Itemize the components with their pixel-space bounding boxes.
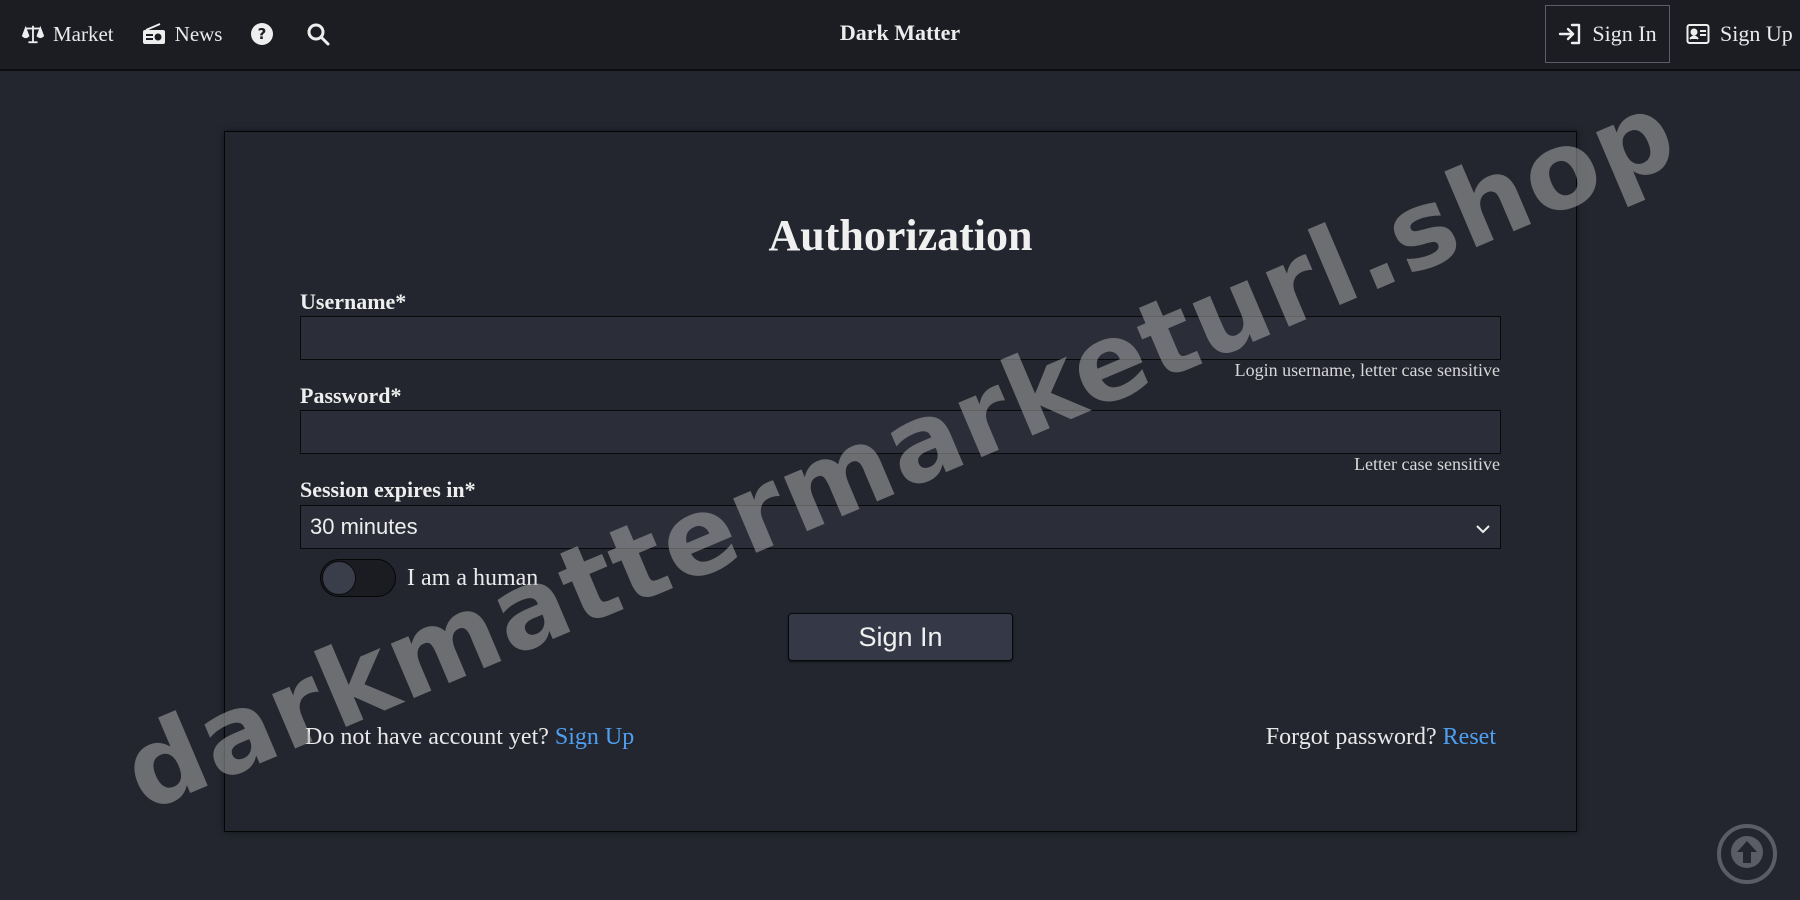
username-label: Username*	[300, 289, 407, 314]
signup-prompt: Do not have account yet? Sign Up	[305, 724, 634, 751]
sign-in-icon	[1558, 23, 1582, 45]
top-navbar: Market News ? Dark Matter Sign In Sign U…	[0, 0, 1800, 71]
search-icon[interactable]	[306, 22, 330, 46]
session-select[interactable]: 30 minutes	[300, 505, 1501, 549]
authorization-card: Authorization Username* Login username, …	[224, 131, 1577, 832]
human-toggle[interactable]	[320, 559, 396, 597]
arrow-up-circle-icon	[1730, 835, 1764, 874]
forgot-password-prompt: Forgot password? Reset	[1266, 724, 1496, 751]
header-signup-button[interactable]: Sign Up	[1686, 5, 1793, 63]
question-circle-icon[interactable]: ?	[250, 22, 274, 46]
nav-market-link[interactable]: Market	[22, 22, 114, 47]
signin-submit-button[interactable]: Sign In	[788, 613, 1013, 661]
radio-icon	[142, 23, 166, 45]
header-signup-label: Sign Up	[1720, 21, 1793, 46]
svg-text:?: ?	[258, 25, 267, 43]
page-title: Authorization	[768, 211, 1033, 260]
forgot-password-text: Forgot password?	[1265, 724, 1437, 750]
human-toggle-label: I am a human	[407, 565, 539, 591]
username-hint: Login username, letter case sensitive	[1234, 360, 1500, 380]
session-label: Session expires in*	[300, 477, 476, 502]
password-field[interactable]	[300, 410, 1501, 454]
password-hint: Letter case sensitive	[1354, 454, 1500, 474]
signup-link[interactable]: Sign Up	[555, 724, 634, 750]
header-signin-button[interactable]: Sign In	[1545, 5, 1670, 63]
scroll-to-top-button[interactable]	[1717, 824, 1777, 884]
nav-left: Market News ?	[22, 0, 362, 68]
reset-link[interactable]: Reset	[1443, 724, 1496, 750]
session-selected-value: 30 minutes	[310, 514, 418, 539]
nav-market-label: Market	[53, 21, 114, 46]
id-card-icon	[1686, 23, 1710, 45]
nav-news-link[interactable]: News	[142, 21, 223, 47]
header-signin-label: Sign In	[1592, 21, 1657, 46]
password-label: Password*	[300, 383, 402, 408]
chevron-down-icon	[1476, 514, 1490, 540]
username-field[interactable]	[300, 316, 1501, 360]
no-account-text: Do not have account yet?	[305, 724, 549, 750]
nav-news-label: News	[174, 21, 223, 46]
toggle-knob	[322, 561, 356, 595]
scale-icon	[22, 23, 44, 45]
